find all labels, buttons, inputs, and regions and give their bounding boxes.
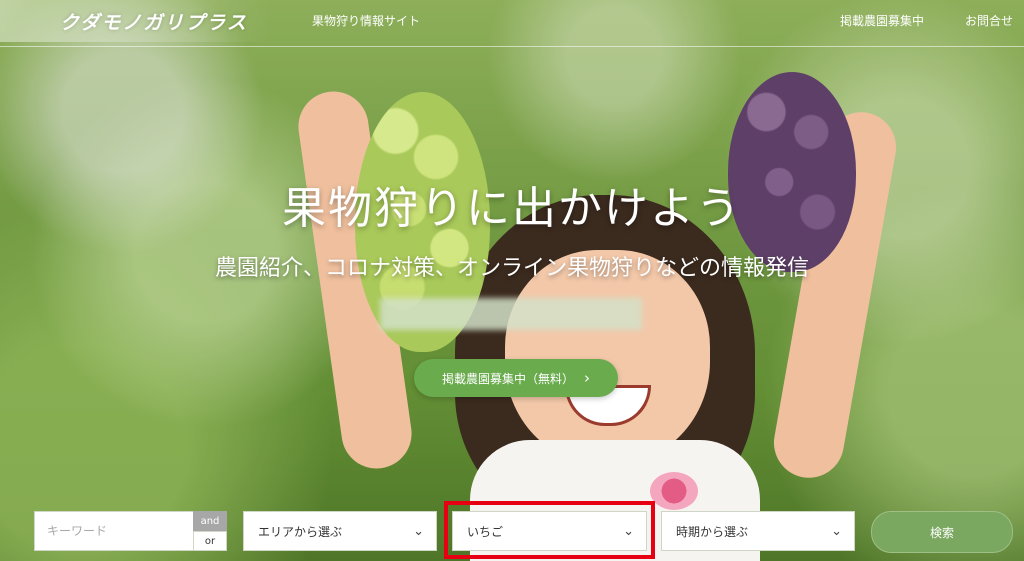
area-select-value: エリアから選ぶ xyxy=(258,524,343,539)
nav-link-contact[interactable]: お問合せ xyxy=(965,12,1013,29)
fruit-select-highlight xyxy=(444,501,655,559)
season-select-value: 時期から選ぶ xyxy=(676,524,749,539)
header-divider xyxy=(0,46,1024,47)
season-select[interactable]: 時期から選ぶ ⌄ xyxy=(661,511,855,551)
area-select[interactable]: エリアから選ぶ ⌄ xyxy=(243,511,437,551)
site-tagline: 果物狩り情報サイト xyxy=(312,14,421,28)
blurred-text-region xyxy=(380,298,642,330)
site-logo[interactable]: クダモノガリプラス xyxy=(60,8,248,35)
and-option[interactable]: and xyxy=(193,511,227,531)
search-button[interactable]: 検索 xyxy=(871,511,1013,553)
keyword-search-field[interactable] xyxy=(34,511,194,551)
chevron-down-icon: ⌄ xyxy=(831,523,842,539)
hero-title: 果物狩りに出かけよう xyxy=(282,183,742,234)
child-face xyxy=(505,250,710,465)
nav-link-recruit-farms[interactable]: 掲載農園募集中 xyxy=(840,12,924,29)
chevron-right-icon: › xyxy=(584,369,590,387)
keyword-input[interactable] xyxy=(35,512,193,550)
recruit-farms-cta-button[interactable]: 掲載農園募集中（無料） › xyxy=(414,359,618,397)
search-logic-toggle[interactable]: and or xyxy=(193,511,227,551)
chevron-down-icon: ⌄ xyxy=(413,523,424,539)
shirt-flower-decoration xyxy=(650,472,698,510)
hero-subtitle: 農園紹介、コロナ対策、オンライン果物狩りなどの情報発信 xyxy=(214,256,809,281)
or-option[interactable]: or xyxy=(193,531,227,551)
cta-label: 掲載農園募集中（無料） xyxy=(441,371,574,386)
